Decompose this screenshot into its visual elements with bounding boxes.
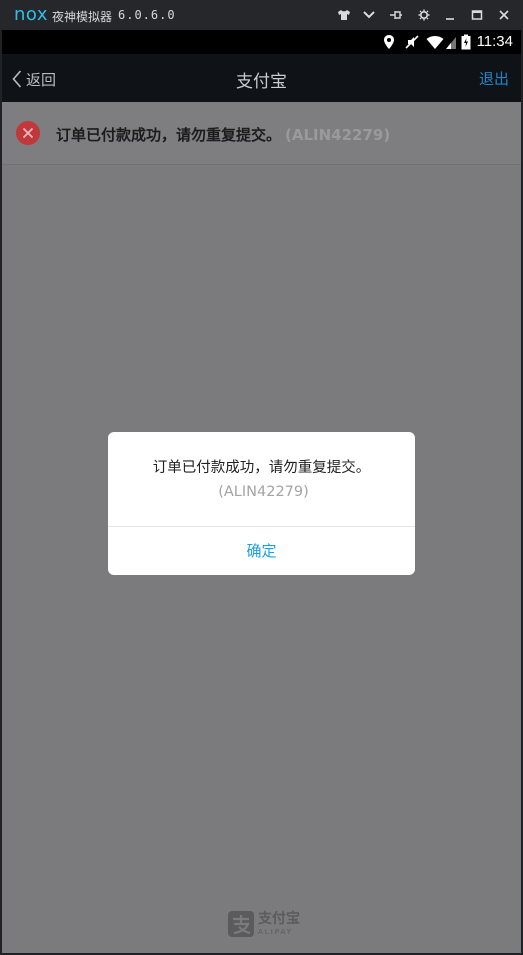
nox-logo: nox [14,4,49,25]
emulator-version: 6.0.6.0 [118,8,176,22]
error-icon [16,121,40,145]
banner-code: (ALIN42279) [285,126,391,144]
footer-brand-en: ALIPAY [258,928,294,936]
dialog-message-text: 订单已付款成功，请勿重复提交。 [152,460,371,476]
error-banner: 订单已付款成功，请勿重复提交。 (ALIN42279) [2,102,521,165]
location-icon [381,34,397,50]
minimize-icon[interactable] [440,5,460,25]
shirt-icon[interactable] [334,5,354,25]
status-time: 11:34 [476,33,513,50]
banner-message: 订单已付款成功，请勿重复提交。 [56,126,282,144]
navbar: 返回 支付宝 退出 [2,54,521,102]
mute-icon [404,34,420,50]
emulator-titlebar: nox 夜神模拟器 6.0.6.0 [0,0,523,30]
pin-icon[interactable] [386,5,406,25]
close-icon[interactable] [494,5,514,25]
chevron-down-icon[interactable] [359,5,379,25]
exit-button[interactable]: 退出 [479,68,509,89]
signal-icon [445,34,457,50]
gear-icon[interactable] [414,5,434,25]
battery-icon [461,34,471,50]
status-bar: 11:34 [2,30,521,54]
dialog-code: (ALIN42279) [218,484,309,500]
banner-text: 订单已付款成功，请勿重复提交。 (ALIN42279) [56,124,390,145]
maximize-icon[interactable] [467,5,487,25]
emulator-window: nox 夜神模拟器 6.0.6.0 11:34 返回 支付宝 退出 订单已付款成… [0,0,523,955]
confirm-button[interactable]: 确定 [108,527,415,575]
footer-brand-text: 支付宝 ALIPAY [258,912,300,936]
alipay-logo-icon [228,911,254,937]
alipay-footer-logo: 支付宝 ALIPAY [228,911,300,937]
app-screen: 返回 支付宝 退出 订单已付款成功，请勿重复提交。 (ALIN42279) 订单已… [2,54,521,953]
page-title: 支付宝 [236,72,287,92]
footer-brand: 支付宝 [258,911,300,927]
dialog-message: 订单已付款成功，请勿重复提交。 (ALIN42279) [142,456,381,504]
emulator-title: 夜神模拟器 [52,10,113,24]
wifi-icon [426,34,444,50]
alert-dialog: 订单已付款成功，请勿重复提交。 (ALIN42279) 确定 [108,432,415,575]
